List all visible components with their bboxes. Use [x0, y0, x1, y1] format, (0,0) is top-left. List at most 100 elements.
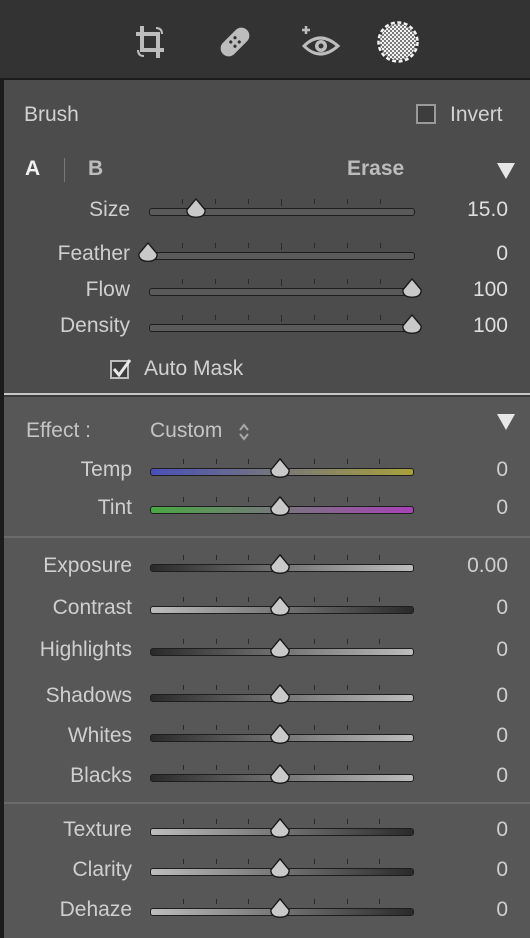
effect-menu-triangle-icon[interactable]	[496, 413, 516, 431]
slider-tick	[379, 765, 381, 770]
slider-thumb-size[interactable]	[185, 198, 207, 220]
slider-tick	[182, 243, 183, 248]
slider-thumb-whites[interactable]	[269, 724, 291, 746]
slider-tick	[215, 597, 217, 602]
slider-tick	[346, 725, 348, 730]
slider-thumb-exposure[interactable]	[269, 554, 291, 576]
slider-value-tint[interactable]: 0	[496, 496, 508, 520]
slider-thumb-blacks[interactable]	[269, 764, 291, 786]
slider-thumb-highlights[interactable]	[269, 638, 291, 660]
slider-tick	[281, 199, 282, 206]
brush-a-tab[interactable]: A	[25, 157, 40, 181]
slider-label-shadows: Shadows	[45, 684, 132, 707]
slider-value-clarity[interactable]: 0	[496, 858, 508, 882]
slider-tick	[347, 279, 348, 284]
slider-thumb-tint[interactable]	[269, 496, 291, 518]
effect-divider-1	[4, 536, 530, 538]
slider-track-flow[interactable]	[149, 288, 415, 296]
updown-chevron-icon[interactable]	[238, 422, 250, 442]
auto-mask-checkbox[interactable]	[110, 358, 132, 380]
slider-tick	[215, 725, 217, 730]
effect-preset-select[interactable]: Custom	[150, 419, 222, 443]
slider-label-whites: Whites	[67, 724, 132, 747]
slider-thumb-temp[interactable]	[269, 458, 291, 480]
slider-value-exposure[interactable]: 0.00	[467, 554, 508, 578]
slider-tick	[182, 685, 184, 690]
crop-tool-button[interactable]	[128, 20, 172, 64]
erase-tab[interactable]: Erase	[347, 157, 404, 181]
slider-label-dehaze: Dehaze	[59, 898, 132, 921]
slider-tick	[248, 597, 250, 602]
slider-thumb-clarity[interactable]	[269, 858, 291, 880]
slider-tick	[248, 685, 250, 690]
slider-tick	[182, 497, 184, 502]
slider-value-shadows[interactable]: 0	[496, 684, 508, 708]
slider-tick	[313, 685, 315, 690]
slider-tick	[313, 765, 315, 770]
slider-label-density: Density	[59, 314, 130, 337]
redeye-tool-button[interactable]	[298, 20, 342, 64]
slider-value-temp[interactable]: 0	[496, 458, 508, 482]
slider-tick	[313, 859, 315, 864]
slider-tick	[379, 685, 381, 690]
slider-thumb-contrast[interactable]	[269, 596, 291, 618]
slider-value-dehaze[interactable]: 0	[496, 898, 508, 922]
slider-ticks	[149, 243, 413, 251]
heal-tool-button[interactable]	[213, 20, 257, 64]
slider-tick	[346, 597, 348, 602]
slider-tick	[215, 899, 217, 904]
slider-tick	[215, 859, 217, 864]
slider-value-highlights[interactable]: 0	[496, 638, 508, 662]
slider-label-texture: Texture	[63, 818, 132, 841]
mask-tool-button[interactable]	[376, 20, 420, 64]
slider-label-feather: Feather	[57, 242, 130, 265]
slider-thumb-dehaze[interactable]	[269, 898, 291, 920]
slider-tick	[346, 555, 348, 560]
slider-tick	[380, 315, 381, 320]
slider-tick	[215, 685, 217, 690]
slider-thumb-texture[interactable]	[269, 818, 291, 840]
crop-icon	[136, 26, 164, 58]
slider-thumb-feather[interactable]	[137, 242, 159, 264]
slider-thumb-flow[interactable]	[401, 278, 423, 300]
slider-label-exposure: Exposure	[43, 554, 132, 577]
slider-value-size[interactable]: 15.0	[467, 198, 508, 222]
slider-value-feather[interactable]: 0	[496, 242, 508, 266]
slider-label-blacks: Blacks	[70, 764, 132, 787]
slider-tick	[215, 497, 217, 502]
slider-tick	[379, 819, 381, 824]
slider-value-blacks[interactable]: 0	[496, 764, 508, 788]
effect-label: Effect :	[26, 419, 91, 442]
slider-value-texture[interactable]: 0	[496, 818, 508, 842]
slider-tick	[182, 899, 184, 904]
slider-tick	[215, 765, 217, 770]
slider-label-tint: Tint	[97, 496, 132, 519]
slider-tick	[215, 199, 216, 204]
slider-value-flow[interactable]: 100	[473, 278, 508, 302]
invert-label: Invert	[450, 103, 503, 126]
slider-track-feather[interactable]	[149, 252, 415, 260]
slider-tick	[215, 555, 217, 560]
slider-value-whites[interactable]: 0	[496, 724, 508, 748]
brush-menu-triangle-icon[interactable]	[496, 162, 516, 180]
slider-thumb-density[interactable]	[401, 314, 423, 336]
slider-value-contrast[interactable]: 0	[496, 596, 508, 620]
slider-tick	[379, 725, 381, 730]
slider-thumb-shadows[interactable]	[269, 684, 291, 706]
slider-track-density[interactable]	[149, 324, 415, 332]
slider-tick	[380, 279, 381, 284]
slider-label-flow: Flow	[85, 278, 130, 301]
slider-tick	[248, 199, 249, 204]
slider-label-contrast: Contrast	[52, 596, 132, 619]
mask-brush-icon	[377, 21, 419, 63]
slider-tick	[248, 279, 249, 284]
slider-tick	[248, 315, 249, 320]
slider-value-density[interactable]: 100	[473, 314, 508, 338]
slider-tick	[182, 199, 183, 204]
slider-tick	[380, 199, 381, 204]
slider-tick	[182, 459, 184, 464]
brush-b-tab[interactable]: B	[88, 157, 103, 181]
slider-tick	[346, 639, 348, 644]
invert-checkbox[interactable]	[416, 104, 436, 124]
slider-tick	[313, 725, 315, 730]
